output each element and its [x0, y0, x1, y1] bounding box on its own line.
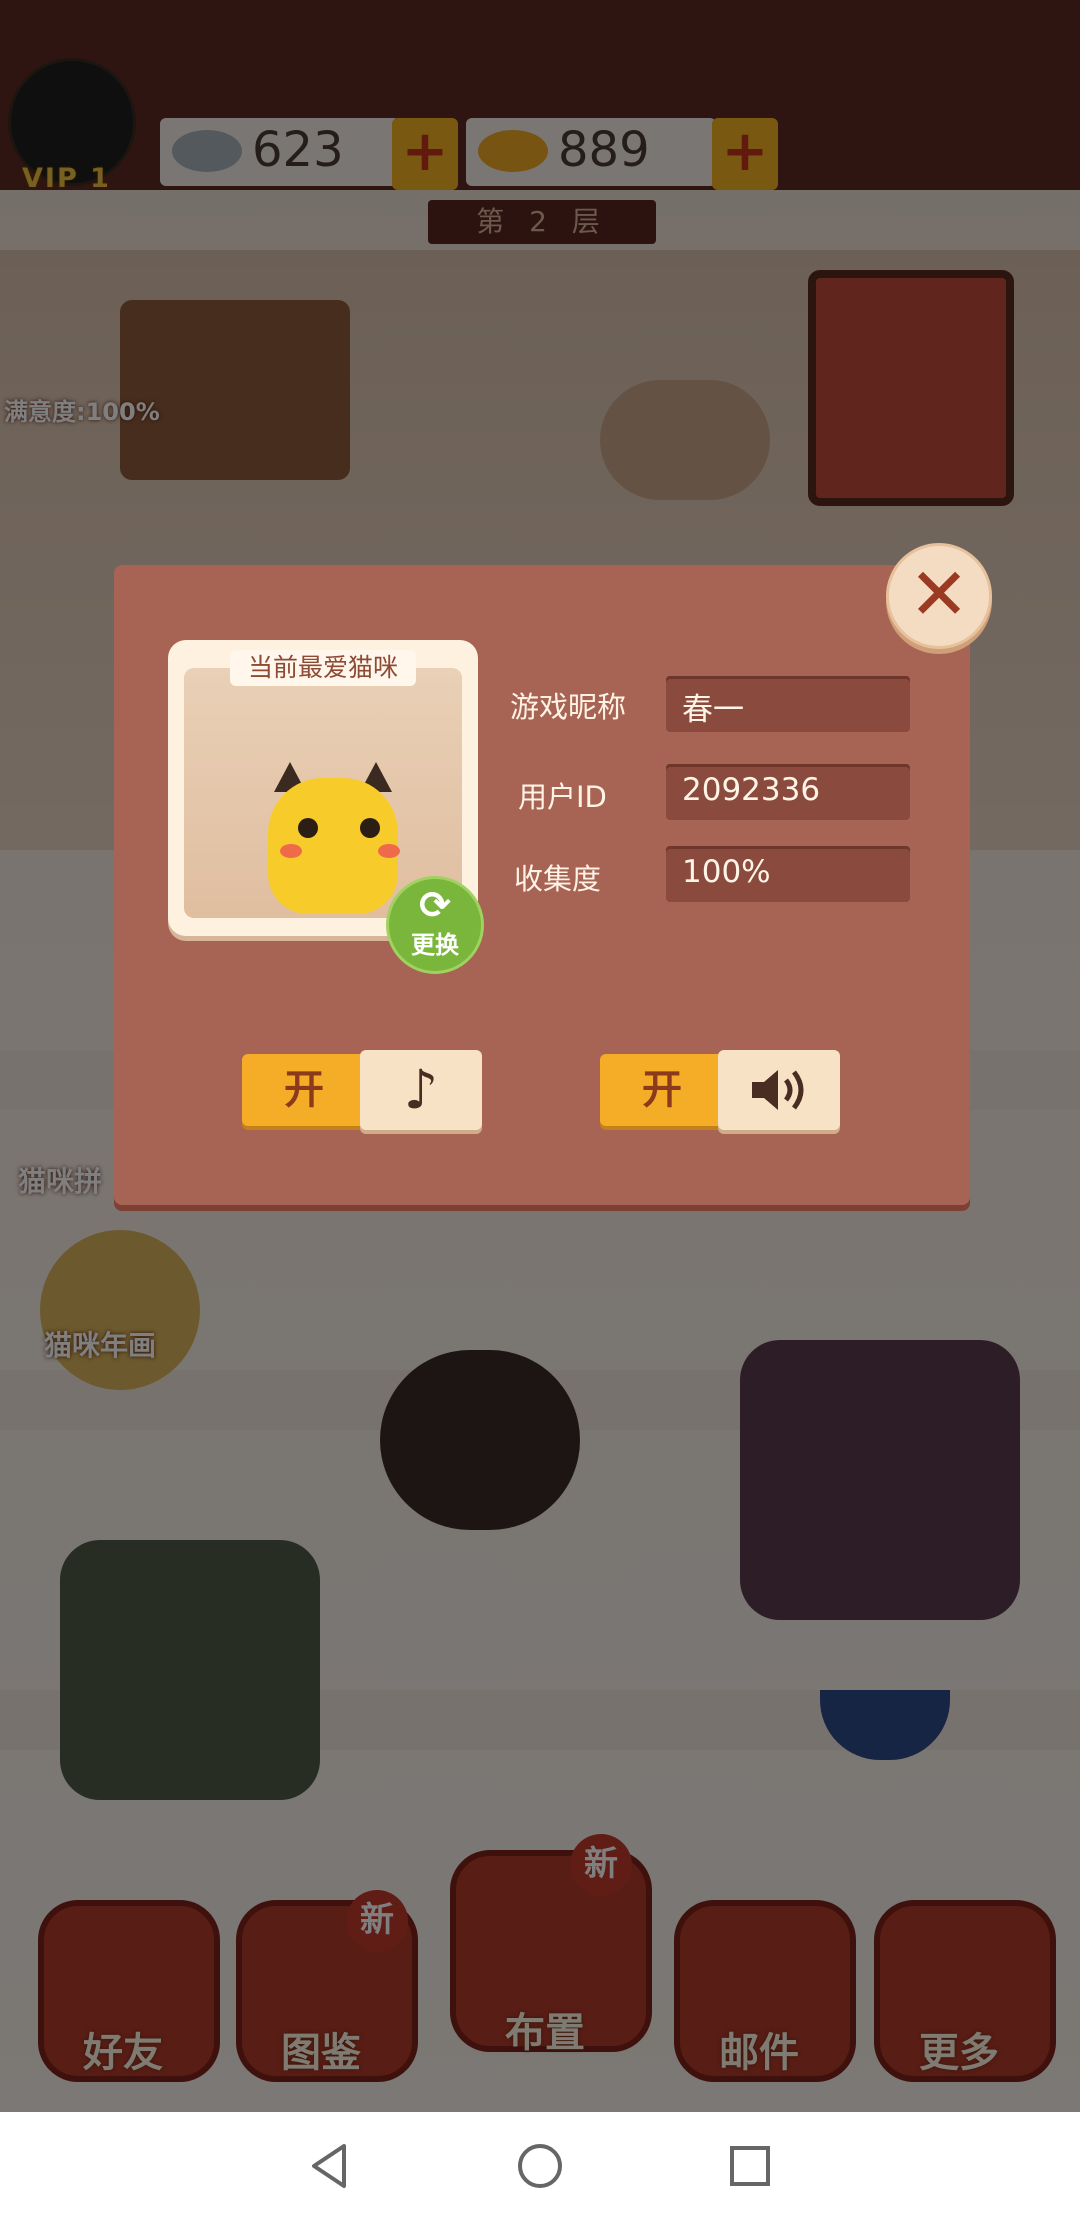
collection-label: 收集度 [514, 862, 602, 896]
music-toggle[interactable]: 开 ♪ [242, 1050, 482, 1130]
music-note-icon: ♪ [360, 1050, 482, 1130]
close-icon: ✕ [908, 552, 970, 636]
collection-value: 100% [682, 854, 771, 890]
cat-cheek [280, 844, 302, 858]
userid-label: 用户ID [518, 780, 607, 814]
back-icon[interactable] [304, 2140, 356, 2192]
userid-field: 2092336 [666, 764, 910, 820]
close-button[interactable]: ✕ [886, 543, 992, 649]
home-icon[interactable] [514, 2140, 566, 2192]
cat-eye [298, 818, 318, 838]
sound-toggle-state: 开 [600, 1054, 724, 1126]
nickname-value: 春一 [682, 692, 744, 728]
cat-eye [360, 818, 380, 838]
music-toggle-state: 开 [242, 1054, 366, 1126]
nickname-label: 游戏昵称 [510, 690, 627, 724]
change-cat-button[interactable]: ⟳ 更换 [386, 876, 484, 974]
recents-icon[interactable] [724, 2140, 776, 2192]
collection-field: 100% [666, 846, 910, 902]
card-title: 当前最爱猫咪 [230, 650, 416, 686]
cat-cheek [378, 844, 400, 858]
system-nav-bar [0, 2112, 1080, 2220]
nickname-field[interactable]: 春一 [666, 676, 910, 732]
userid-value: 2092336 [682, 772, 821, 808]
sound-toggle[interactable]: 开 [600, 1050, 840, 1130]
change-label: 更换 [411, 931, 459, 959]
refresh-icon: ⟳ [419, 883, 451, 927]
speaker-icon [718, 1050, 840, 1130]
speaker-svg [752, 1070, 804, 1110]
